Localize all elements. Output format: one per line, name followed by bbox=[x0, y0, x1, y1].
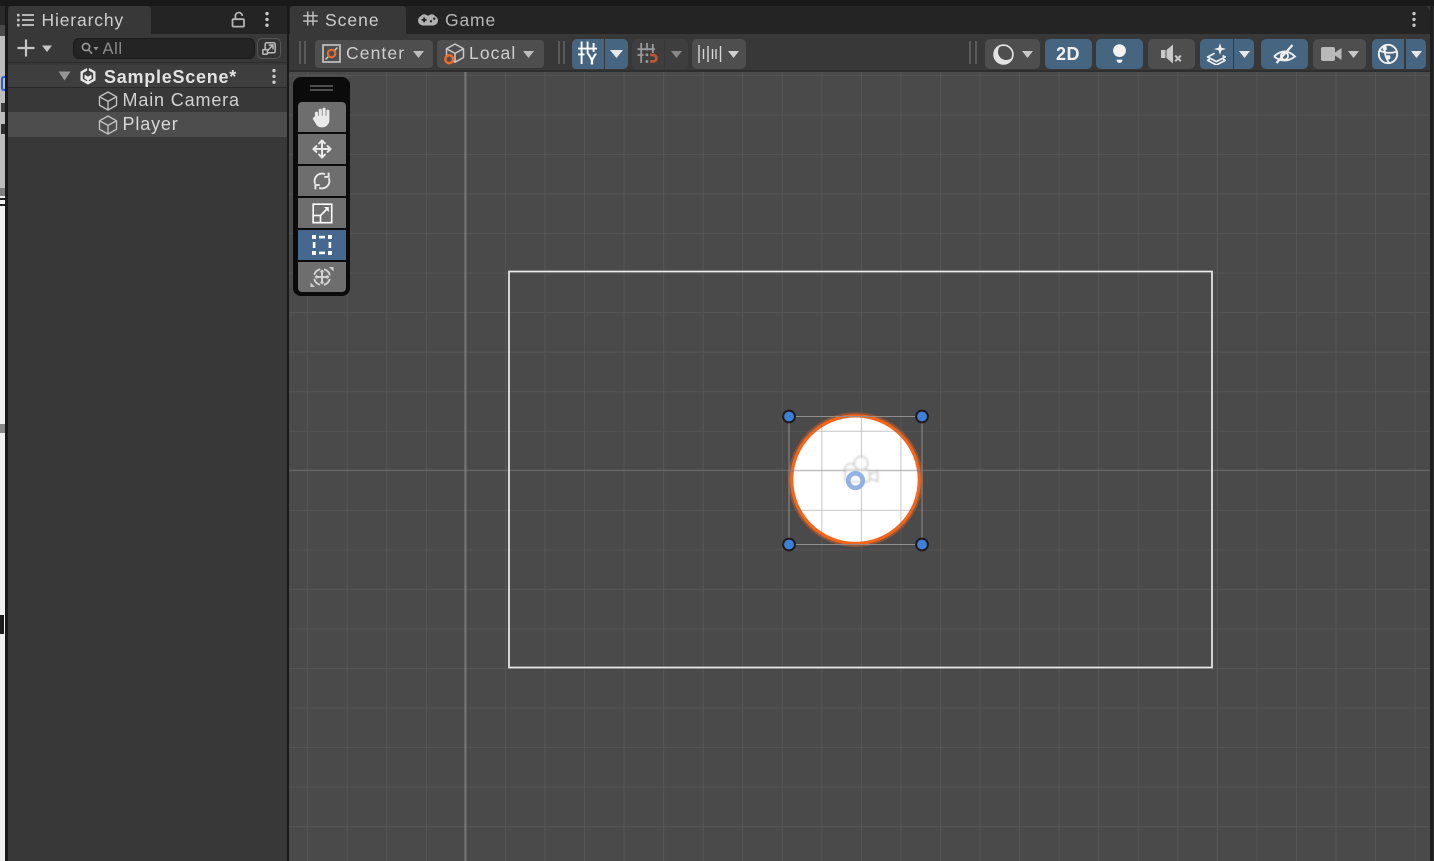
svg-text:Y: Y bbox=[586, 52, 597, 66]
